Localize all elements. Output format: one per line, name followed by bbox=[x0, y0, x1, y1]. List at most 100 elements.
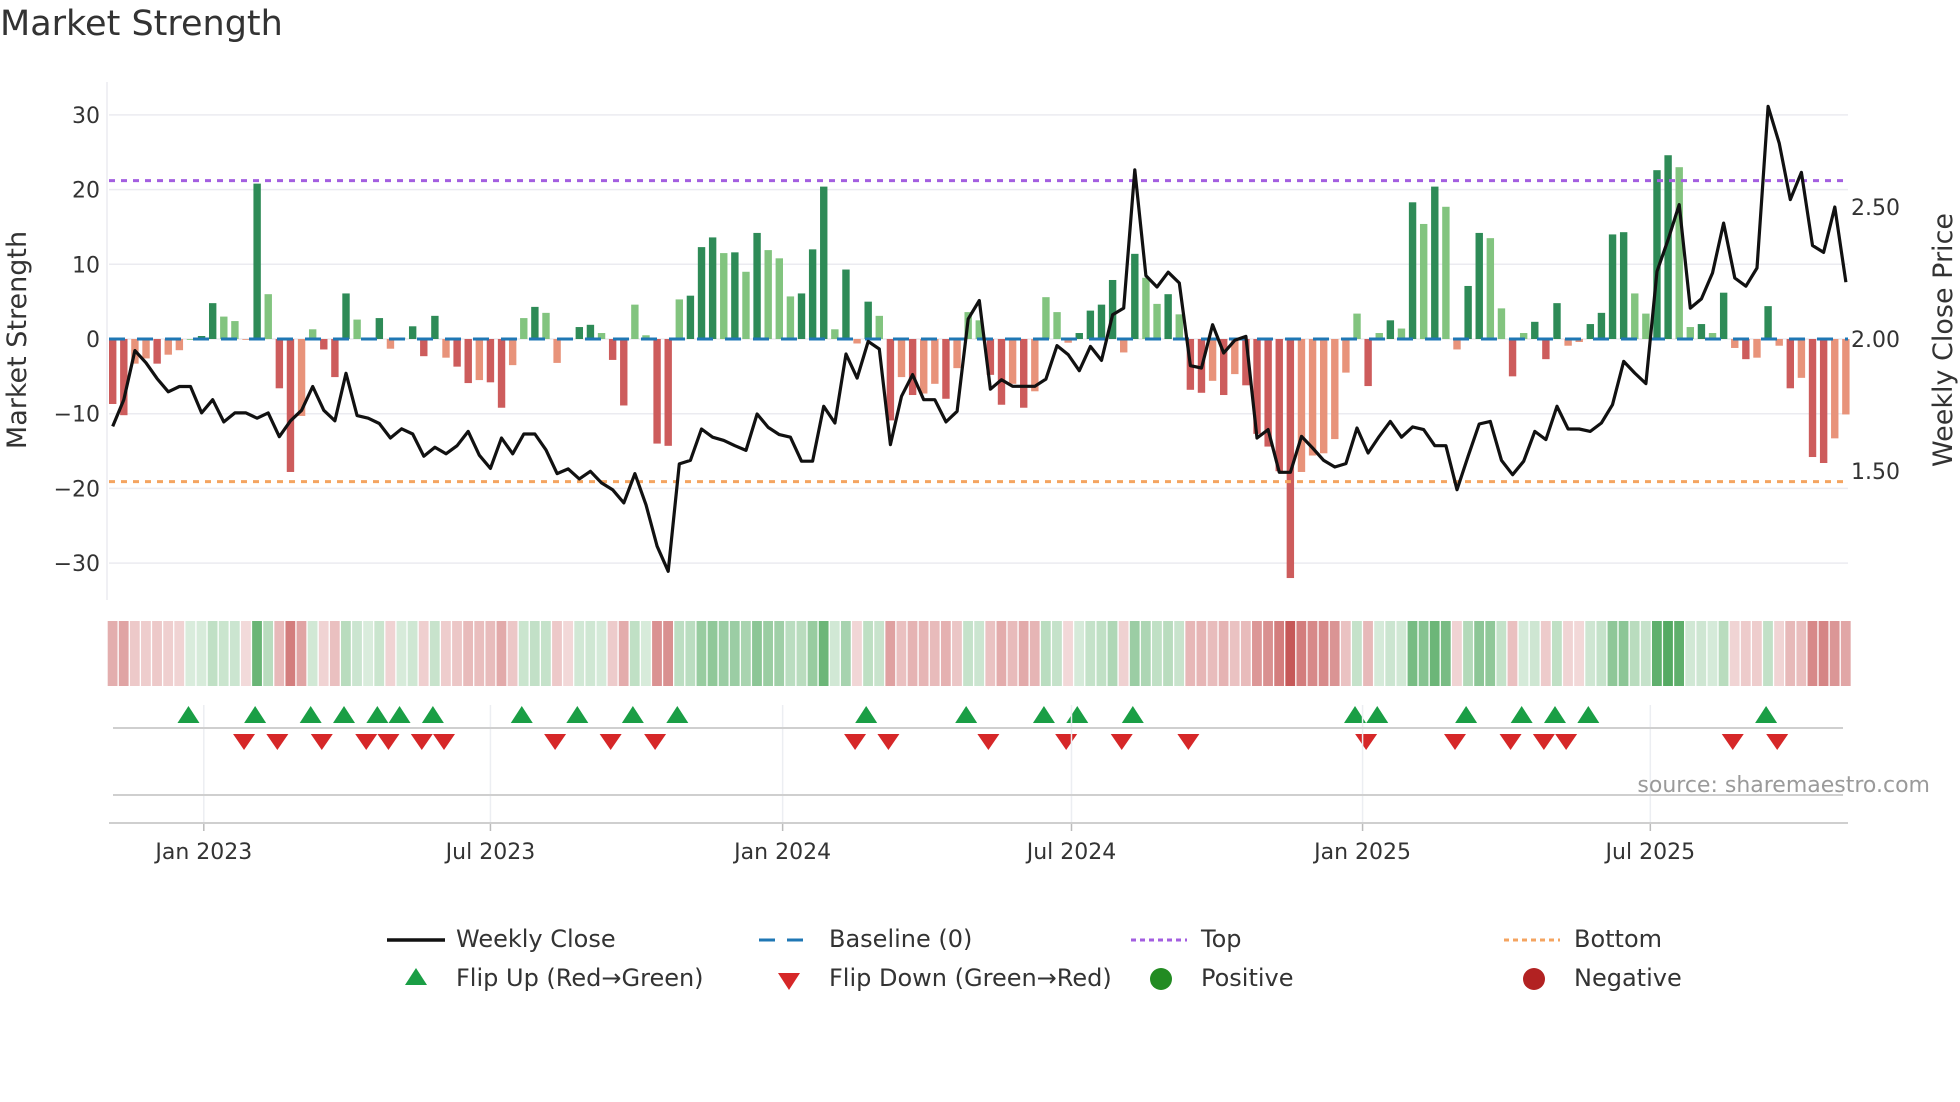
y2-axis-label: Weekly Close Price bbox=[1928, 213, 1959, 467]
strength-strip-cell bbox=[552, 621, 562, 686]
strength-strip-cell bbox=[1040, 621, 1051, 686]
strength-bar bbox=[864, 301, 872, 339]
flip-down-marker bbox=[977, 734, 1000, 750]
strength-bar bbox=[353, 319, 361, 339]
x-tick-label: Jan 2023 bbox=[153, 840, 252, 865]
strength-bar bbox=[1308, 339, 1317, 456]
legend-top: Top bbox=[1201, 925, 1242, 953]
strength-strip-cell bbox=[996, 621, 1007, 686]
strength-strip-cell bbox=[529, 621, 540, 686]
strength-strip-cell bbox=[1263, 621, 1273, 686]
strength-strip-cell bbox=[1229, 621, 1240, 686]
strength-bar bbox=[931, 339, 939, 384]
triangle-down-icon bbox=[778, 973, 800, 990]
strength-strip-cell bbox=[1385, 621, 1396, 686]
strength-strip-cell bbox=[429, 621, 440, 686]
triangle-up-icon bbox=[405, 968, 427, 985]
flip-down-marker bbox=[1532, 734, 1555, 750]
strength-bar bbox=[1319, 339, 1328, 454]
strength-strip-cell bbox=[1474, 621, 1485, 686]
legend-line-icon bbox=[387, 938, 445, 942]
legend-negative: Negative bbox=[1574, 964, 1682, 992]
strength-strip-cell bbox=[118, 621, 129, 686]
strength-strip-cell bbox=[752, 621, 762, 686]
strength-strip-cell bbox=[1074, 621, 1085, 686]
strength-strip-cell bbox=[1552, 621, 1562, 686]
strength-bar bbox=[1353, 313, 1361, 339]
strength-bar bbox=[142, 339, 150, 359]
legend-weekly-close: Weekly Close bbox=[456, 925, 616, 953]
flip-up-marker bbox=[666, 706, 689, 723]
flip-down-marker bbox=[410, 734, 433, 750]
strength-strip-cell bbox=[540, 621, 551, 686]
strength-bar bbox=[1619, 232, 1628, 339]
flip-down-marker bbox=[544, 734, 567, 750]
strength-bar bbox=[253, 183, 261, 339]
strength-bar bbox=[875, 315, 883, 339]
strength-strip-cell bbox=[1774, 621, 1784, 686]
strength-strip-cell bbox=[918, 621, 929, 686]
strength-bar bbox=[953, 339, 961, 369]
strength-bar bbox=[431, 315, 439, 339]
strength-strip-cell bbox=[1052, 621, 1062, 686]
strength-strip-cell bbox=[1007, 621, 1018, 686]
strength-strip-cell bbox=[1174, 621, 1185, 686]
flip-down-marker bbox=[355, 734, 378, 750]
flip-up-marker bbox=[1366, 706, 1389, 723]
strength-strip-cell bbox=[1585, 621, 1596, 686]
y2-tick-label: 1.50 bbox=[1851, 460, 1900, 485]
flip-down-marker bbox=[877, 734, 900, 750]
strength-bar bbox=[1008, 339, 1017, 384]
strength-bar bbox=[853, 339, 861, 344]
strength-strip-cell bbox=[840, 621, 851, 686]
strength-bar bbox=[997, 339, 1006, 405]
strength-bar bbox=[208, 303, 217, 339]
flip-down-marker bbox=[1055, 734, 1078, 750]
strength-bar bbox=[908, 339, 917, 396]
strength-bar bbox=[242, 339, 250, 340]
strength-strip-cell bbox=[1274, 621, 1285, 686]
strength-strip-cell bbox=[241, 621, 251, 686]
strength-strip-cell bbox=[285, 621, 296, 686]
flip-up-marker bbox=[955, 706, 978, 723]
strength-strip-cell bbox=[1307, 621, 1318, 686]
strength-bar bbox=[1719, 292, 1728, 339]
strength-bar bbox=[664, 339, 672, 446]
strength-strip-cell bbox=[1196, 621, 1207, 686]
strength-bar bbox=[697, 247, 706, 339]
flip-down-marker bbox=[1499, 734, 1522, 750]
strength-strip-cell bbox=[874, 621, 885, 686]
strength-strip-cell bbox=[1029, 621, 1040, 686]
strength-bar bbox=[1686, 327, 1695, 339]
strength-strip-cell bbox=[663, 621, 673, 686]
flip-down-marker bbox=[433, 734, 455, 750]
strength-strip-cell bbox=[652, 621, 662, 686]
strength-bar bbox=[1553, 303, 1561, 339]
strength-bar bbox=[886, 339, 895, 421]
flip-up-marker bbox=[366, 706, 389, 723]
strength-strip-cell bbox=[174, 621, 185, 686]
y-tick-label: 30 bbox=[72, 104, 100, 129]
strength-strip-cell bbox=[952, 621, 962, 686]
strength-strip-cell bbox=[1218, 621, 1229, 686]
strength-bar bbox=[331, 339, 339, 378]
strength-strip-cell bbox=[885, 621, 896, 686]
strength-strip-cell bbox=[1563, 621, 1573, 686]
strength-bar bbox=[442, 339, 450, 358]
strength-strip-cell bbox=[252, 621, 262, 686]
flip-up-marker bbox=[1032, 706, 1055, 723]
strength-bar bbox=[1442, 206, 1450, 339]
strength-strip-cell bbox=[685, 621, 696, 686]
strength-strip-cell bbox=[1796, 621, 1807, 686]
strength-strip-cell bbox=[1118, 621, 1129, 686]
strength-bar bbox=[342, 293, 350, 339]
y2-tick-label: 2.50 bbox=[1851, 196, 1900, 221]
strength-strip-cell bbox=[1496, 621, 1507, 686]
strength-bar bbox=[320, 339, 328, 350]
flip-up-marker bbox=[621, 706, 644, 723]
strength-strip-cell bbox=[1129, 621, 1140, 686]
strength-strip-cell bbox=[1440, 621, 1451, 686]
strength-strip-cell bbox=[274, 621, 285, 686]
strength-strip-cell bbox=[1596, 621, 1607, 686]
strength-bar bbox=[420, 339, 428, 357]
